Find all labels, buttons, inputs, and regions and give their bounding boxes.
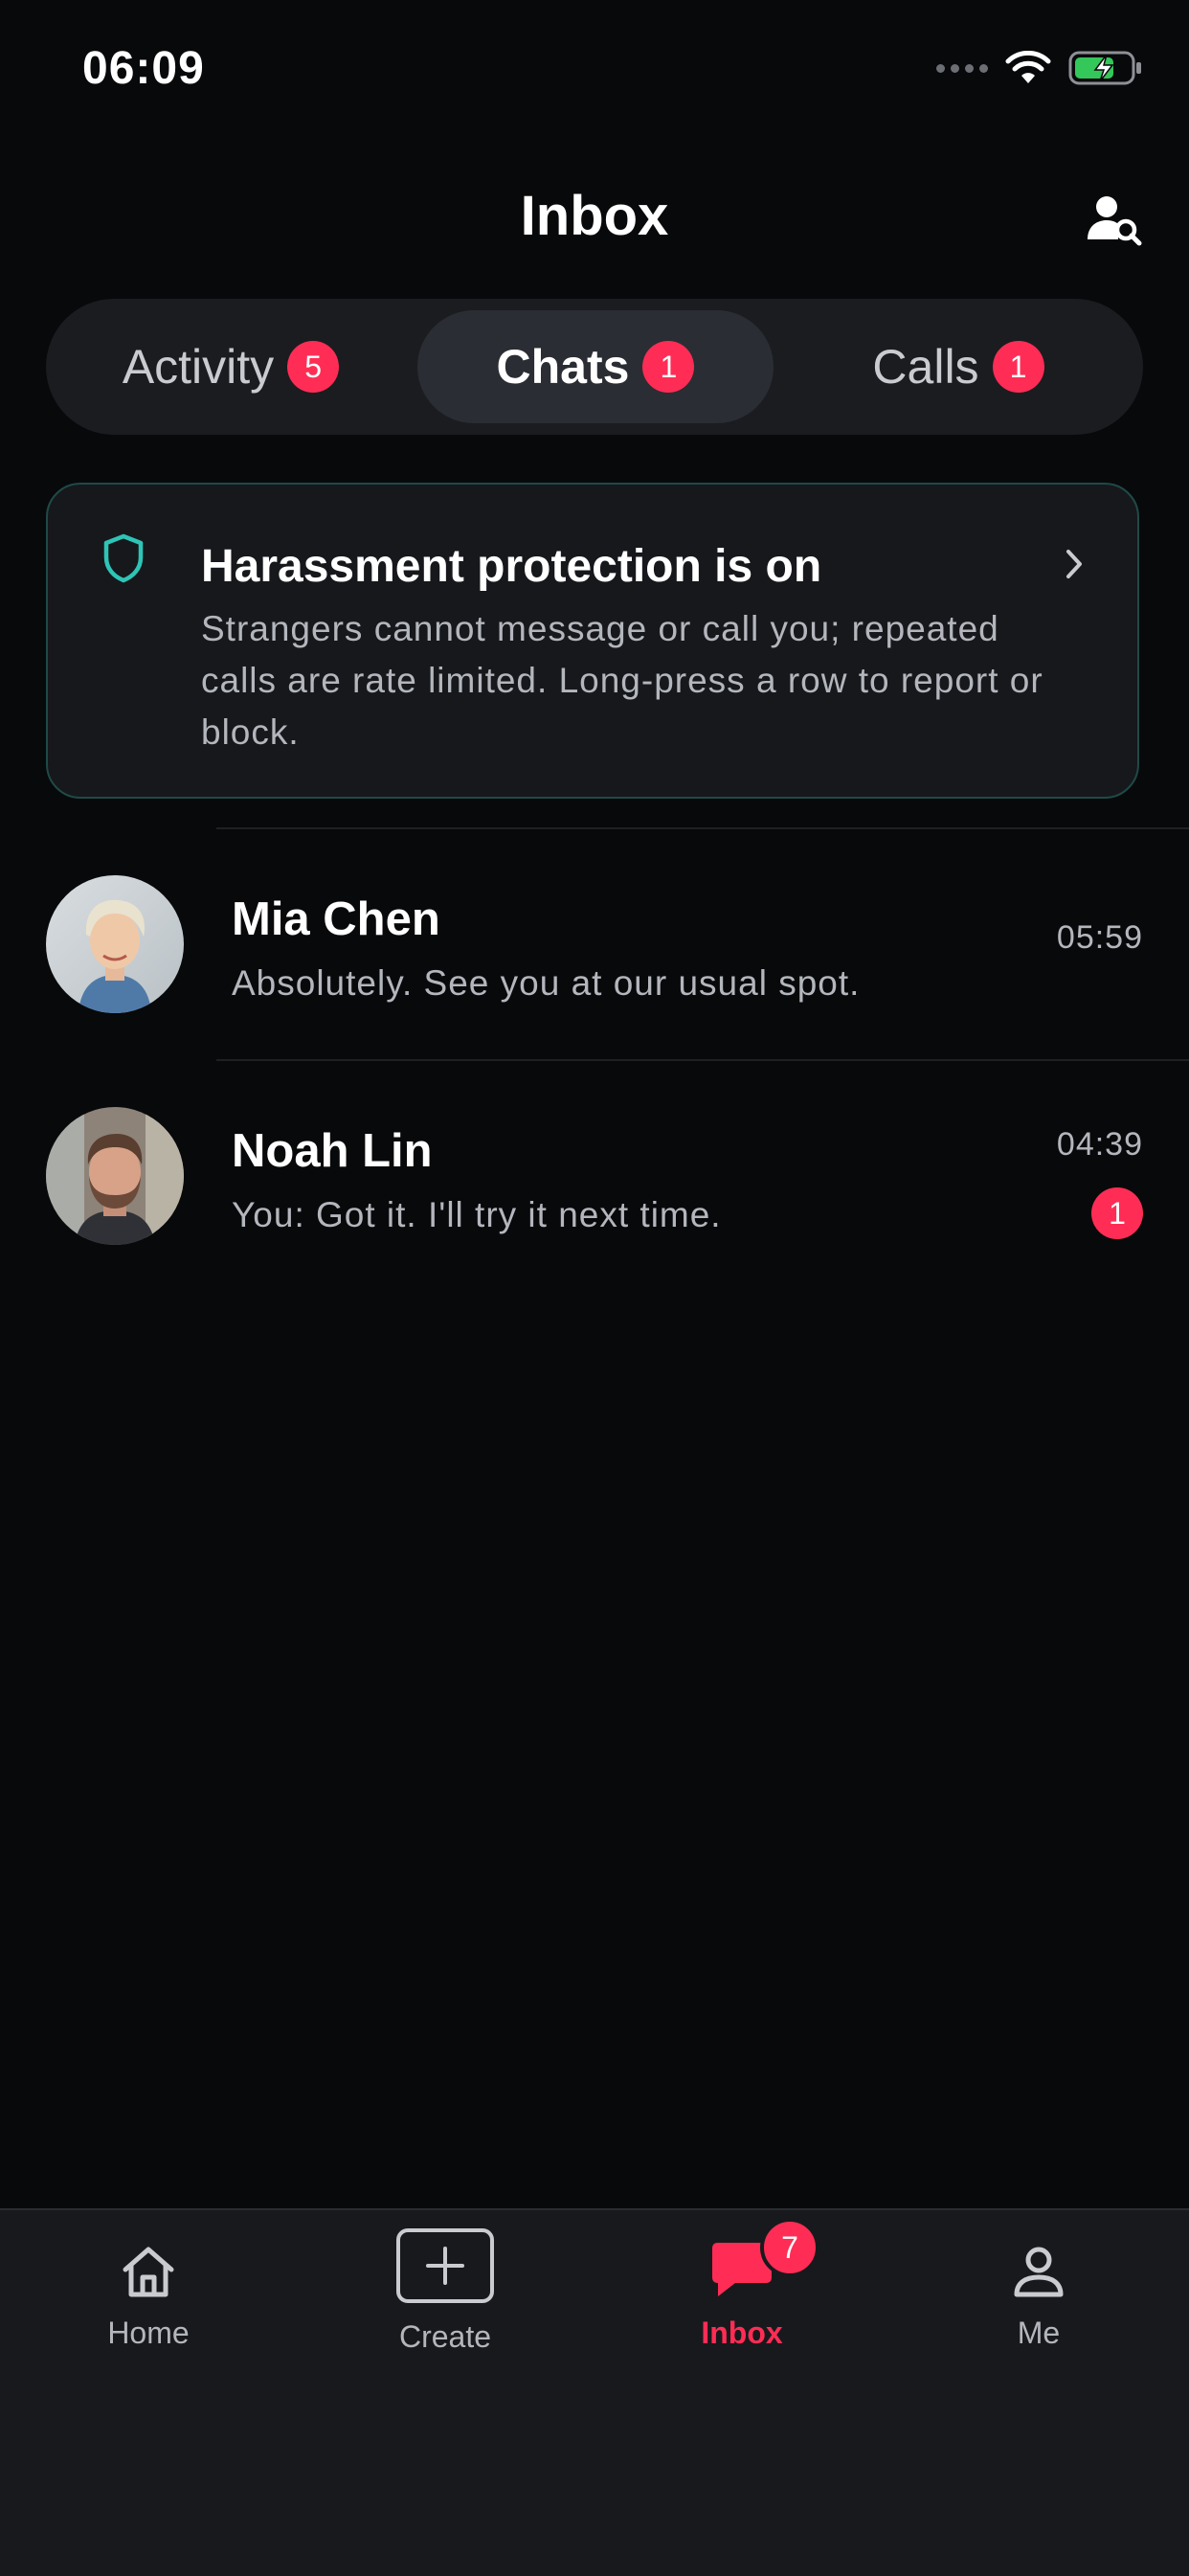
card-description: Strangers cannot message or call you; re… xyxy=(201,609,1043,752)
contact-name: Noah Lin xyxy=(232,1125,433,1177)
status-time: 06:09 xyxy=(82,43,205,94)
wifi-icon xyxy=(1005,51,1051,83)
calls-count-badge: 1 xyxy=(992,341,1044,393)
home-icon xyxy=(123,2247,174,2297)
nav-inbox[interactable]: 7 Inbox xyxy=(594,2210,890,2363)
card-title: Harassment protection is on xyxy=(201,541,822,592)
nav-create[interactable]: Create xyxy=(297,2210,594,2363)
message-time: 05:59 xyxy=(1056,919,1143,956)
nav-label: Me xyxy=(1017,2316,1061,2350)
nav-label: Inbox xyxy=(701,2316,783,2350)
avatar xyxy=(46,875,184,1013)
tab-label: Chats xyxy=(496,340,630,394)
bottom-nav: Home Create 7 Inbox Me xyxy=(0,2208,1189,2576)
cellular-signal-icon xyxy=(936,63,988,73)
person-icon xyxy=(1014,2247,1064,2297)
message-time: 04:39 xyxy=(1056,1126,1143,1163)
plus-box-icon xyxy=(396,2228,494,2303)
shield-icon xyxy=(103,533,144,583)
user-search-icon[interactable] xyxy=(1086,192,1143,249)
unread-count-badge: 1 xyxy=(1091,1187,1143,1239)
tab-chats[interactable]: Chats 1 xyxy=(417,310,774,423)
nav-me[interactable]: Me xyxy=(890,2210,1187,2363)
harassment-protection-card[interactable]: Harassment protection is on Strangers ca… xyxy=(46,483,1139,799)
contact-name: Mia Chen xyxy=(232,893,440,945)
tab-label: Activity xyxy=(122,340,275,394)
activity-count-badge: 5 xyxy=(287,341,340,393)
nav-home[interactable]: Home xyxy=(0,2210,297,2363)
avatar xyxy=(46,1107,184,1245)
message-preview: Absolutely. See you at our usual spot. xyxy=(232,963,861,1003)
message-preview: You: Got it. I'll try it next time. xyxy=(232,1195,722,1234)
chevron-right-icon xyxy=(1066,550,1082,578)
nav-label: Create xyxy=(398,2319,492,2354)
battery-charging-icon xyxy=(1068,51,1141,85)
tab-activity[interactable]: Activity 5 xyxy=(46,310,415,423)
chat-row-noah-lin[interactable]: Noah Lin You: Got it. I'll try it next t… xyxy=(0,1061,1189,1291)
page-title: Inbox xyxy=(520,185,669,247)
chat-row-mia-chen[interactable]: Mia Chen Absolutely. See you at our usua… xyxy=(0,829,1189,1059)
tab-label: Calls xyxy=(872,340,979,394)
tab-calls[interactable]: Calls 1 xyxy=(774,310,1143,423)
chats-count-badge: 1 xyxy=(642,341,695,393)
inbox-count-badge: 7 xyxy=(760,2218,819,2277)
nav-label: Home xyxy=(107,2316,190,2350)
status-indicators xyxy=(936,50,1143,86)
inbox-tabs: Activity 5 Chats 1 Calls 1 xyxy=(46,299,1143,435)
